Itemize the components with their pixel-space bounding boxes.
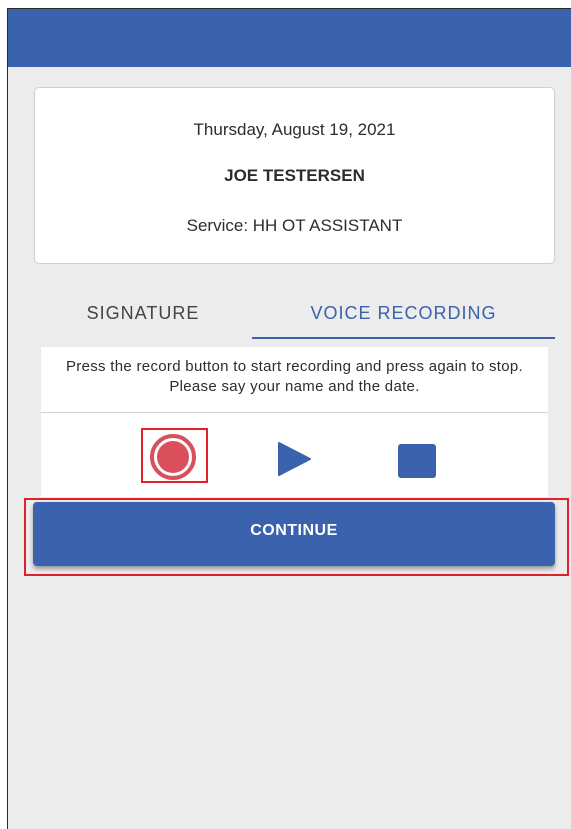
voice-recording-panel: Press the record button to start recordi… [41,347,548,497]
record-icon [157,441,189,473]
tab-signature[interactable]: SIGNATURE [34,287,252,339]
visit-date: Thursday, August 19, 2021 [193,120,396,139]
record-button[interactable] [150,434,196,480]
active-tab-indicator [252,337,555,339]
continue-button[interactable]: CONTINUE [33,502,555,566]
recording-instructions: Press the record button to start recordi… [65,358,523,395]
play-button[interactable] [277,442,311,476]
tab-voice-recording[interactable]: VOICE RECORDING [252,287,555,339]
continue-button-label: CONTINUE [250,522,338,539]
visit-info-card: Thursday, August 19, 2021 JOE TESTERSEN … [34,87,555,264]
divider [41,412,548,413]
signature-method-tabs: SIGNATURE VOICE RECORDING [34,287,555,339]
stop-button[interactable] [398,444,436,478]
client-name: JOE TESTERSEN [224,166,365,185]
app-screen: Thursday, August 19, 2021 JOE TESTERSEN … [7,8,571,829]
service-type: Service: HH OT ASSISTANT [186,216,403,235]
tab-voice-recording-label: VOICE RECORDING [310,302,497,323]
tab-signature-label: SIGNATURE [86,302,200,323]
play-icon [278,442,311,476]
app-header-bar [8,9,571,67]
